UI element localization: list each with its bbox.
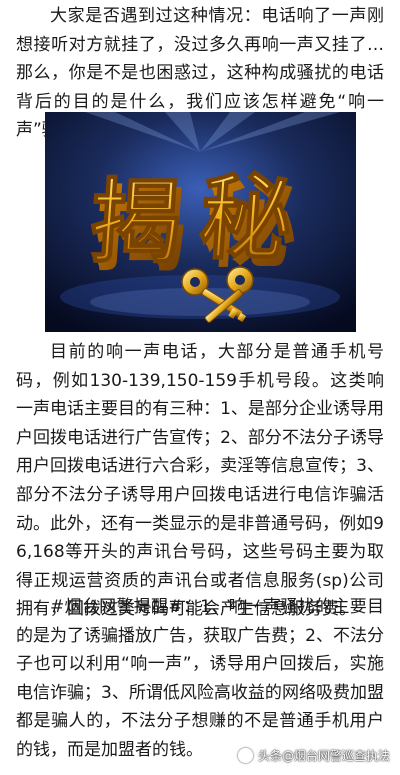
- hero-image: 揭 秘 揭 秘: [45, 112, 356, 332]
- source-watermark: 头条@烟台网警巡查执法: [237, 744, 390, 766]
- svg-text:秘: 秘: [196, 165, 295, 272]
- body-paragraph: 目前的响一声电话，大部分是普通手机号码，例如130-139,150-159手机号…: [16, 342, 384, 620]
- toutiao-logo-icon: [237, 747, 253, 763]
- watermark-text: 头条@烟台网警巡查执法: [257, 748, 390, 763]
- hero-image-graphic: 揭 秘 揭 秘: [45, 112, 356, 332]
- reminder-paragraph: #烟台网警提醒#：1、响一声骚扰的主要目的是为了诱骗播放广告，获取广告费；2、不…: [16, 597, 384, 760]
- hero-title-text: 揭: [86, 169, 185, 276]
